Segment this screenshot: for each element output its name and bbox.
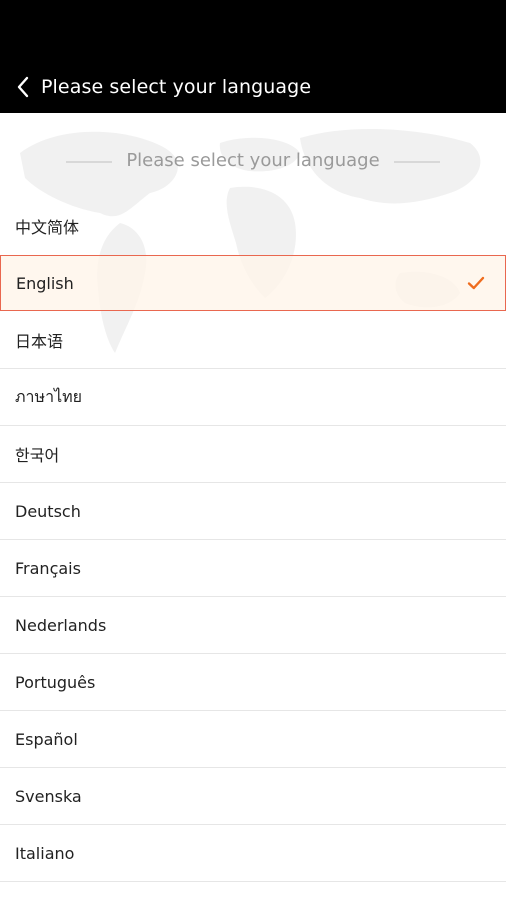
language-content: Please select your language 中文简体 English… xyxy=(0,113,506,900)
language-item-italian[interactable]: Italiano xyxy=(0,825,506,882)
language-label: 中文简体 xyxy=(15,217,80,237)
back-button[interactable] xyxy=(6,60,40,113)
language-label: ภาษาไทย xyxy=(15,386,83,406)
language-label: English xyxy=(16,273,74,293)
language-label: 한국어 xyxy=(15,446,60,465)
language-item-french[interactable]: Français xyxy=(0,540,506,597)
language-item-portuguese[interactable]: Português xyxy=(0,654,506,711)
status-bar xyxy=(0,0,506,60)
language-item-dutch[interactable]: Nederlands xyxy=(0,597,506,654)
language-list: 中文简体 English 日本语 ภาษาไทย 한국어 Deutsch Fra… xyxy=(0,197,506,882)
language-item-japanese[interactable]: 日本语 xyxy=(0,312,506,369)
language-label: Português xyxy=(15,672,96,692)
divider-left xyxy=(66,161,113,163)
language-item-thai[interactable]: ภาษาไทย xyxy=(0,369,506,426)
divider-right xyxy=(393,161,440,163)
language-label: Svenska xyxy=(15,786,82,806)
language-label: Français xyxy=(15,558,81,578)
language-item-zh-cn[interactable]: 中文简体 xyxy=(0,197,506,254)
chevron-left-icon xyxy=(17,76,29,97)
page-title: Please select your language xyxy=(41,75,312,98)
language-item-korean[interactable]: 한국어 xyxy=(0,426,506,483)
language-item-english[interactable]: English xyxy=(0,255,506,311)
checkmark-icon xyxy=(467,276,485,290)
language-item-swedish[interactable]: Svenska xyxy=(0,768,506,825)
language-label: Español xyxy=(15,729,78,749)
language-label: Nederlands xyxy=(15,615,107,635)
language-item-german[interactable]: Deutsch xyxy=(0,483,506,540)
language-label: Italiano xyxy=(15,843,75,863)
language-label: Deutsch xyxy=(15,501,81,521)
language-item-spanish[interactable]: Español xyxy=(0,711,506,768)
language-label: 日本语 xyxy=(15,332,64,351)
app-bar: Please select your language xyxy=(0,60,506,113)
section-header-text: Please select your language xyxy=(126,150,380,171)
